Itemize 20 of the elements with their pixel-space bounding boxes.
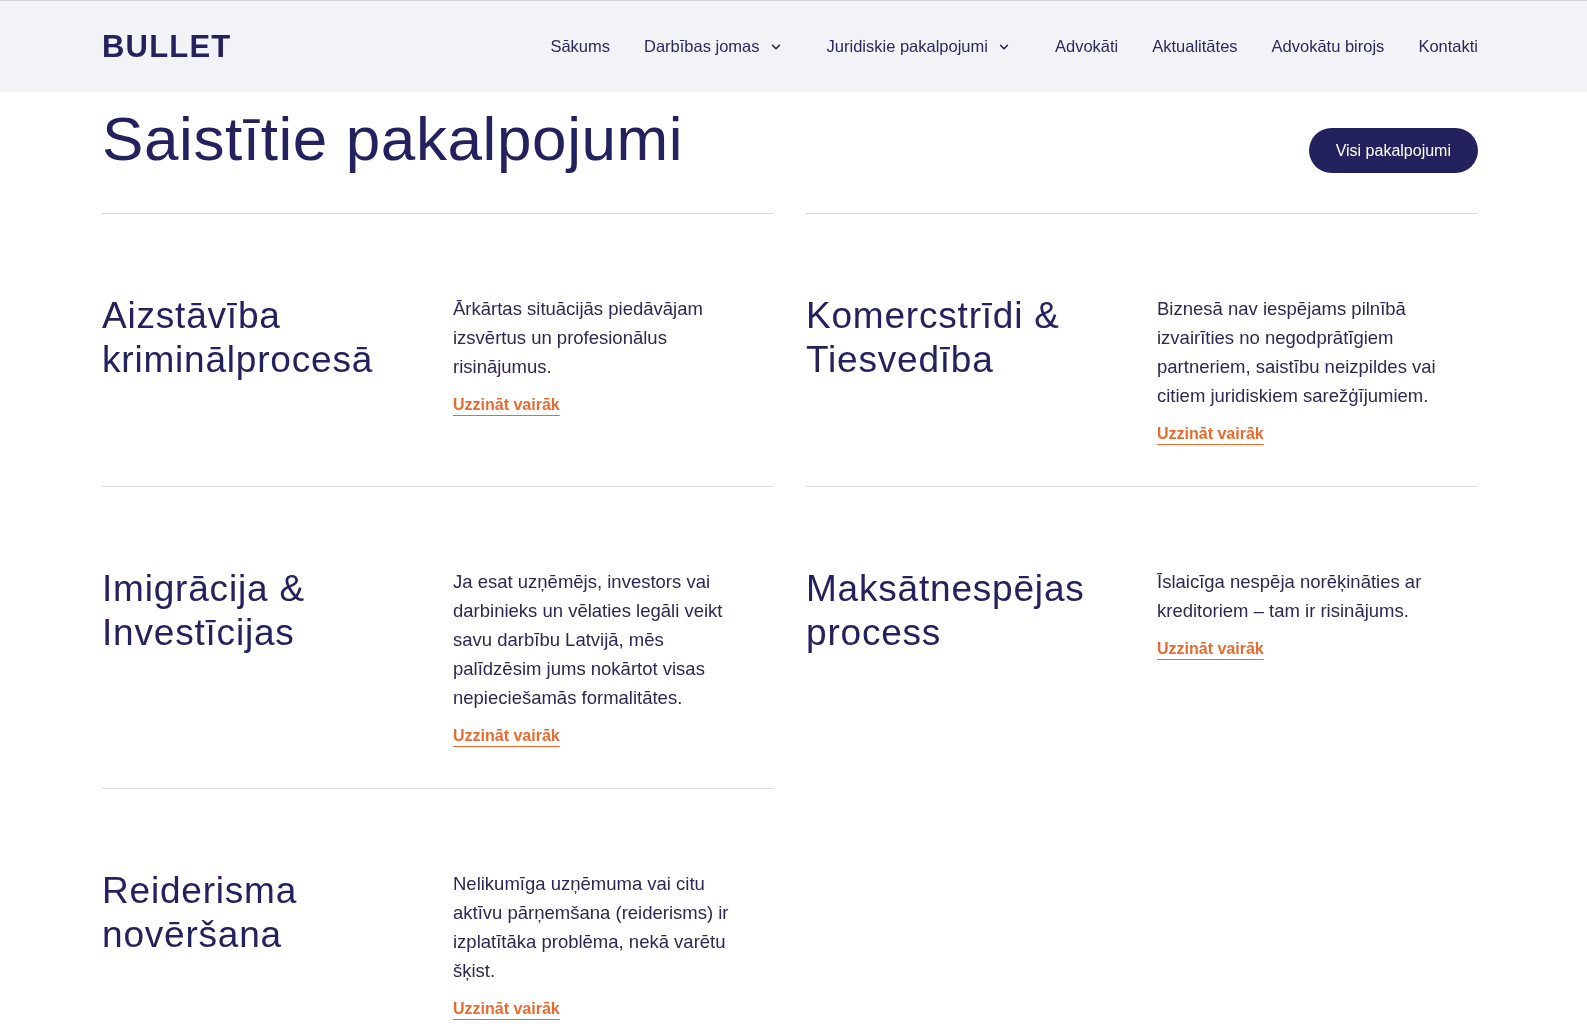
logo[interactable]: BULLET: [102, 31, 232, 62]
nav-link[interactable]: Advokāti: [1054, 34, 1119, 59]
service-description: Biznesā nav iespējams pilnībā izvairīties no negodprātīgiem partneriem, saistību neizpildes vai citiem juridiskiem sarežģījumiem.: [1157, 297, 1437, 408]
service-title: Komercstrīdi & Tiesvedība: [806, 294, 1061, 382]
service-title: Reiderisma novēršana: [102, 869, 299, 957]
service-title: Maksātnespējas process: [806, 567, 1086, 655]
nav-dropdown-link[interactable]: Juridiskie pakalpojumi: [826, 34, 1021, 59]
nav-link[interactable]: Sākums: [550, 34, 610, 59]
all-services-button[interactable]: Visi pakalpojumi: [1308, 128, 1478, 173]
nav-link[interactable]: Advokātu birojs: [1271, 34, 1385, 59]
service-description: Ja esat uzņēmējs, investors vai darbinieks un vēlaties legāli veikt savu darbību Latvijā, mēs palīdzēsim jums nokārtot visas nepieciešamās formalitātes.: [453, 570, 724, 710]
nav-link[interactable]: Kontakti: [1418, 34, 1478, 59]
service-description: Ārkārtas situācijās piedāvājam izsvērtus un profesionālus risinājumus.: [453, 297, 704, 379]
service-title: Aizstāvība kriminālprocesā: [102, 294, 375, 382]
service-description: Nelikumīga uzņēmuma vai citu aktīvu pārņemšana (reiderisms) ir izplatītāka problēma, nekā varētu šķist.: [453, 872, 730, 983]
nav-dropdown-link[interactable]: Darbības jomas: [644, 34, 793, 59]
nav-link[interactable]: Aktualitātes: [1152, 34, 1238, 59]
section-title: Saistītie pakalpojumi: [102, 106, 684, 172]
service-title: Imigrācija & Investīcijas: [102, 567, 306, 655]
service-description: Īslaicīga nespēja norēķināties ar kreditoriem – tam ir risinājums.: [1157, 570, 1423, 623]
